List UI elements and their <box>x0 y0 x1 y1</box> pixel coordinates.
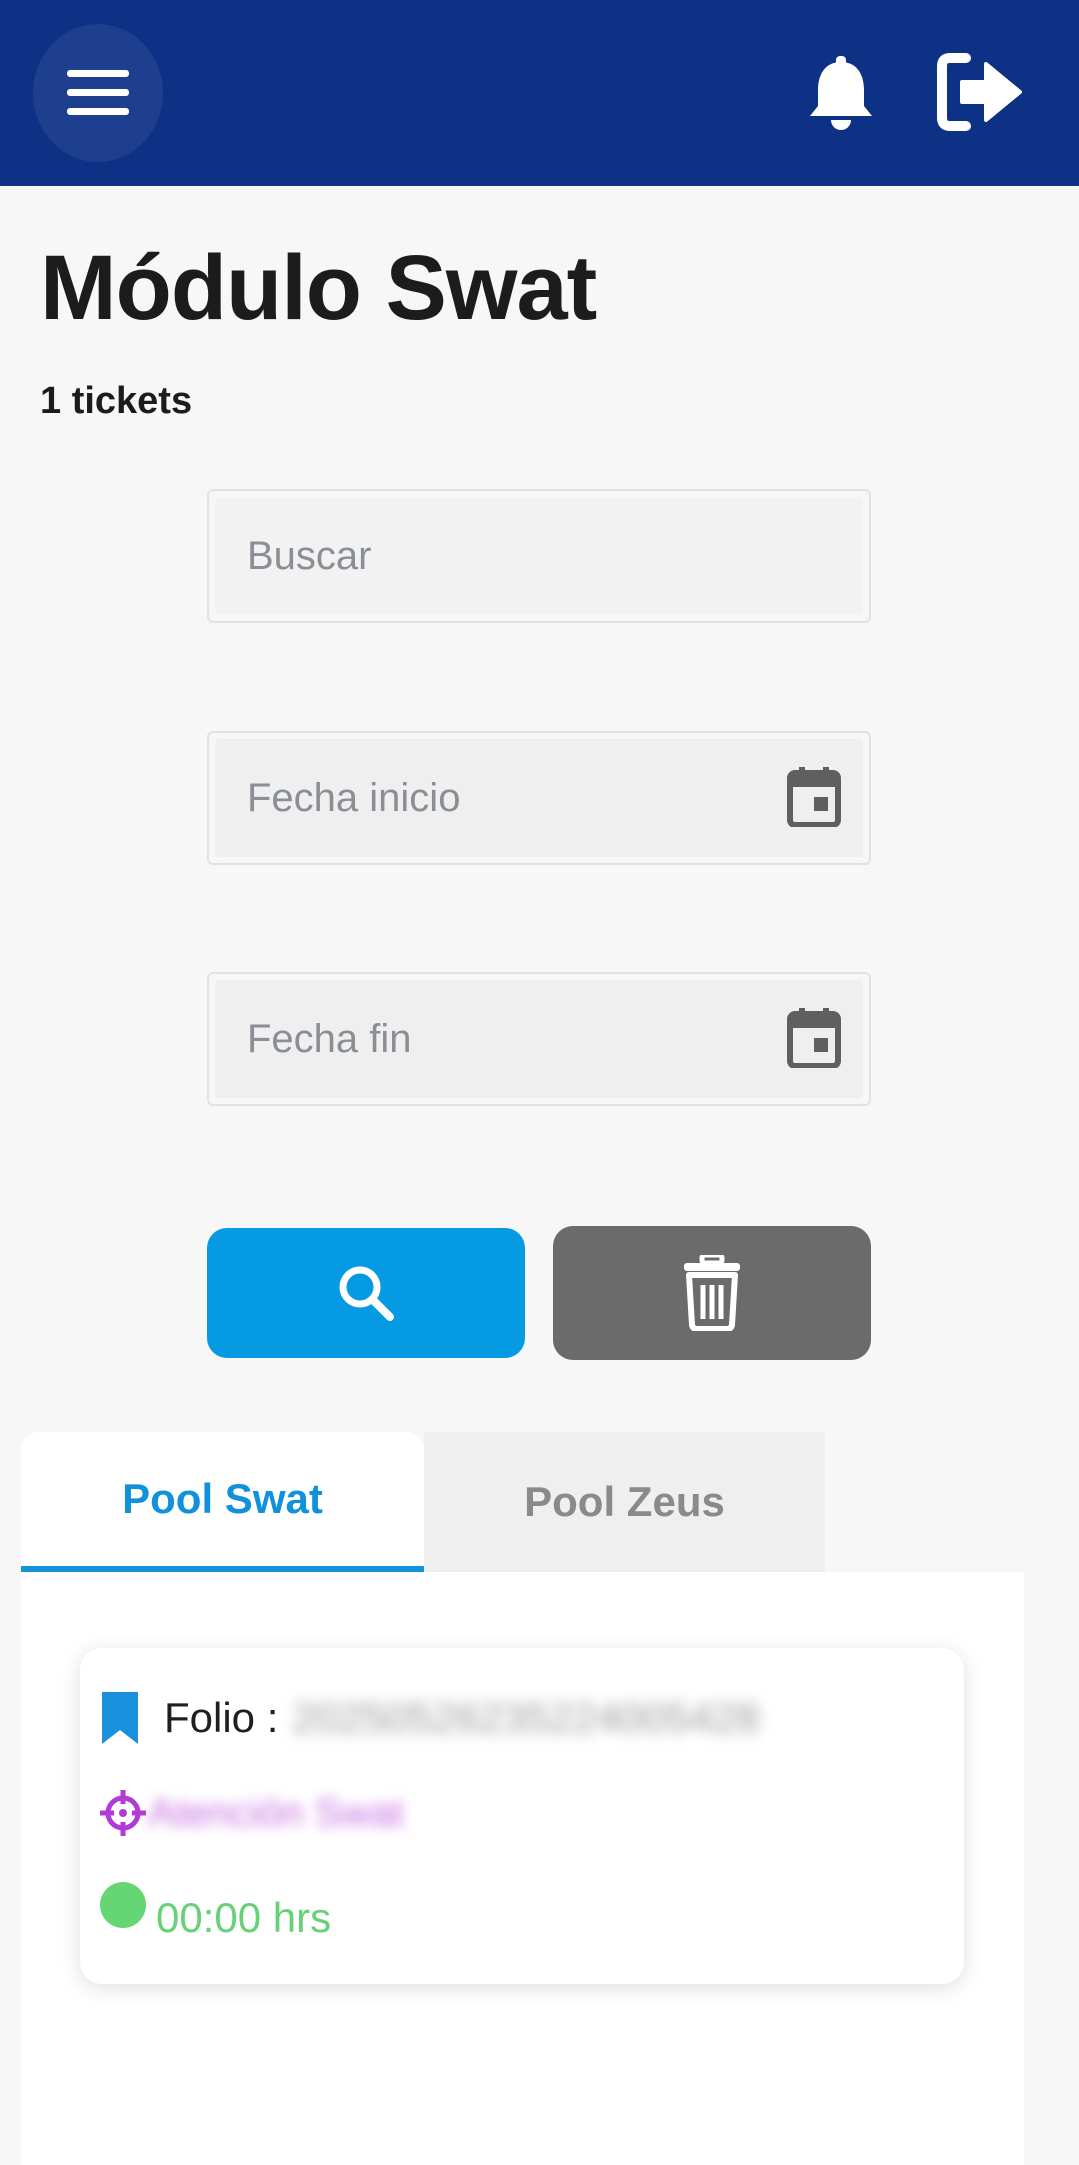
notifications-button[interactable] <box>806 54 876 134</box>
folio-row: Folio : 20250526235224005428 <box>102 1692 760 1744</box>
sign-out-icon <box>937 53 1022 131</box>
trash-icon <box>684 1255 740 1331</box>
ticket-count: 1 tickets <box>40 380 193 422</box>
search-field <box>207 489 871 623</box>
magnifier-icon <box>339 1266 394 1321</box>
start-date-field <box>207 731 871 865</box>
clear-button[interactable] <box>553 1226 871 1360</box>
green-status-dot <box>100 1882 146 1928</box>
folio-label: Folio : <box>164 1694 279 1741</box>
folio-value: 20250526235224005428 <box>292 1694 760 1741</box>
hamburger-menu-icon <box>67 70 129 115</box>
elapsed-time: 00:00 hrs <box>156 1894 332 1941</box>
category-value: Atención Swat <box>148 1790 404 1835</box>
end-date-field <box>207 972 871 1106</box>
end-date-input[interactable] <box>247 974 747 1104</box>
search-button[interactable] <box>207 1228 525 1358</box>
menu-button[interactable] <box>33 24 163 162</box>
search-input[interactable] <box>247 491 747 621</box>
page-title: Módulo Swat <box>40 237 597 339</box>
bell-icon <box>810 56 872 130</box>
elapsed-row: 00:00 hrs <box>100 1882 331 1942</box>
pool-tabs: Pool Swat Pool Zeus <box>21 1432 825 1572</box>
calendar-icon[interactable] <box>787 767 841 827</box>
calendar-icon[interactable] <box>787 1008 841 1068</box>
crosshair-icon <box>100 1790 146 1836</box>
bookmark-icon <box>102 1692 138 1744</box>
top-app-bar <box>0 0 1079 186</box>
start-date-input[interactable] <box>247 733 747 863</box>
ticket-card[interactable]: Folio : 20250526235224005428 Atención Sw… <box>80 1648 964 1984</box>
tab-pool-swat[interactable]: Pool Swat <box>21 1432 424 1572</box>
logout-button[interactable] <box>936 52 1024 132</box>
category-row: Atención Swat <box>100 1790 404 1836</box>
tab-pool-zeus[interactable]: Pool Zeus <box>424 1432 825 1572</box>
tab-content-panel: Folio : 20250526235224005428 Atención Sw… <box>21 1572 1024 2165</box>
